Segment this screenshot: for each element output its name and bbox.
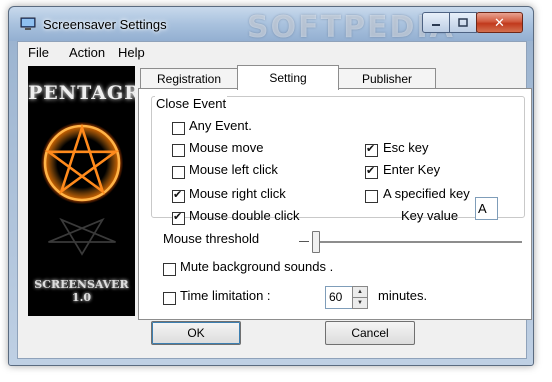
mouse-double-click-label: Mouse double click (189, 208, 300, 223)
logo-title: PENTAGRAM (28, 82, 135, 104)
logo-subtitle: SCREENSAVER 1.0 (28, 278, 135, 304)
minutes-label: minutes. (378, 288, 428, 303)
spin-down-button[interactable]: ▼ (352, 297, 368, 309)
logo-subtitle-line1: SCREENSAVER (34, 278, 129, 291)
time-limitation-label: Time limitation : (180, 288, 271, 303)
mouse-threshold-label: Mouse threshold (163, 231, 260, 246)
tab-registration[interactable]: Registration (140, 68, 238, 89)
title-bar[interactable]: Screensaver Settings SOFTPEDIA ✕ (9, 7, 533, 45)
maximize-button[interactable] (449, 12, 477, 33)
mouse-move-label: Mouse move (189, 140, 264, 155)
mouse-double-click-checkbox[interactable] (172, 212, 185, 225)
pentagram-logo: PENTAGRAM SCREENSAVER 1.0 (28, 66, 135, 316)
time-limitation-input[interactable]: 60 (325, 286, 355, 309)
esc-key-checkbox[interactable] (365, 144, 378, 157)
enter-key-label: Enter Key (383, 162, 441, 177)
monitor-icon (20, 17, 36, 30)
mouse-left-click-checkbox[interactable] (172, 166, 185, 179)
cancel-button[interactable]: Cancel (325, 321, 415, 345)
maximize-icon (458, 18, 468, 27)
any-event-checkbox[interactable] (172, 122, 185, 135)
logo-subtitle-line2: 1.0 (71, 291, 92, 304)
mute-sounds-checkbox[interactable] (163, 263, 176, 276)
window-title: Screensaver Settings (43, 17, 167, 32)
menu-file[interactable]: File (28, 45, 49, 60)
menu-help[interactable]: Help (118, 45, 145, 60)
close-icon: ✕ (494, 14, 505, 30)
specified-key-checkbox[interactable] (365, 190, 378, 203)
key-value-input[interactable]: A (475, 197, 498, 220)
pentagram-icon (40, 121, 124, 205)
tab-publisher[interactable]: Publisher (338, 68, 436, 89)
key-value-label: Key value (401, 208, 459, 223)
reflection-icon (48, 217, 116, 256)
time-limitation-checkbox[interactable] (163, 292, 176, 305)
esc-key-label: Esc key (383, 140, 429, 155)
chevron-down-icon: ▼ (357, 300, 363, 306)
tab-setting[interactable]: Setting (237, 65, 339, 90)
minimize-icon (432, 23, 440, 26)
slider-tick (299, 241, 309, 242)
any-event-label: Any Event. (189, 118, 252, 133)
close-button[interactable]: ✕ (476, 12, 523, 33)
specified-key-label: A specified key (383, 186, 470, 201)
mouse-threshold-slider[interactable] (312, 231, 320, 253)
client-area: File Action Help PENTAGRAM (17, 41, 532, 359)
mouse-threshold-track[interactable] (314, 241, 522, 244)
mouse-right-click-checkbox[interactable] (172, 190, 185, 203)
ok-button[interactable]: OK (151, 321, 241, 345)
enter-key-checkbox[interactable] (365, 166, 378, 179)
minimize-button[interactable] (422, 12, 450, 33)
settings-window: Screensaver Settings SOFTPEDIA ✕ File Ac… (8, 6, 534, 366)
mute-sounds-label: Mute background sounds . (180, 259, 334, 274)
menu-bar: File Action Help (18, 42, 526, 62)
menu-action[interactable]: Action (69, 45, 105, 60)
mouse-left-click-label: Mouse left click (189, 162, 278, 177)
mouse-move-checkbox[interactable] (172, 144, 185, 157)
chevron-up-icon: ▲ (357, 289, 363, 295)
mouse-right-click-label: Mouse right click (189, 186, 286, 201)
close-event-title: Close Event (155, 96, 228, 111)
